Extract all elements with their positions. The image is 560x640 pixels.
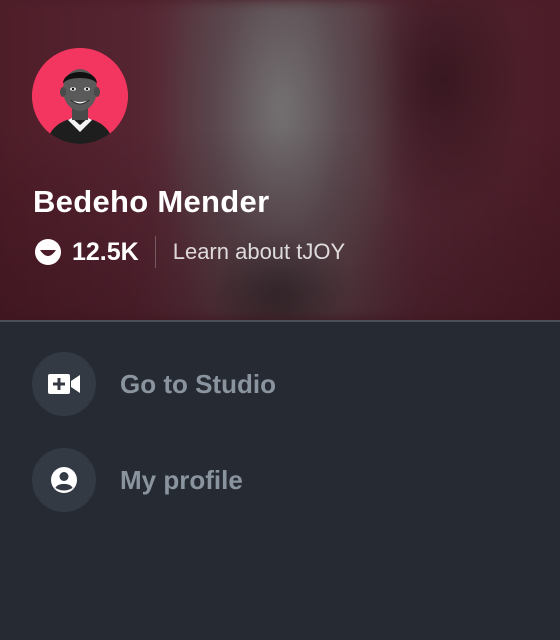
my-profile-label: My profile	[120, 464, 243, 495]
learn-about-tjoy-link[interactable]: Learn about tJOY	[173, 239, 345, 265]
avatar[interactable]	[32, 48, 128, 144]
menu-icon-circle	[32, 448, 96, 512]
my-profile-button[interactable]: My profile	[32, 448, 243, 512]
user-circle-icon	[51, 467, 77, 493]
go-to-studio-button[interactable]: Go to Studio	[32, 352, 276, 416]
profile-name: Bedeho Mender	[33, 184, 270, 219]
joy-stats: 12.5K Learn about tJOY	[33, 234, 345, 270]
person-portrait-icon	[32, 48, 128, 144]
go-to-studio-label: Go to Studio	[120, 368, 276, 399]
stats-divider	[154, 236, 156, 268]
joy-smile-icon	[35, 239, 61, 265]
video-camera-plus-icon	[48, 374, 80, 394]
profile-header: Bedeho Mender 12.5K Learn about tJOY	[0, 0, 560, 320]
header-divider	[0, 320, 560, 322]
joy-balance: 12.5K	[72, 237, 139, 266]
menu-icon-circle	[32, 352, 96, 416]
